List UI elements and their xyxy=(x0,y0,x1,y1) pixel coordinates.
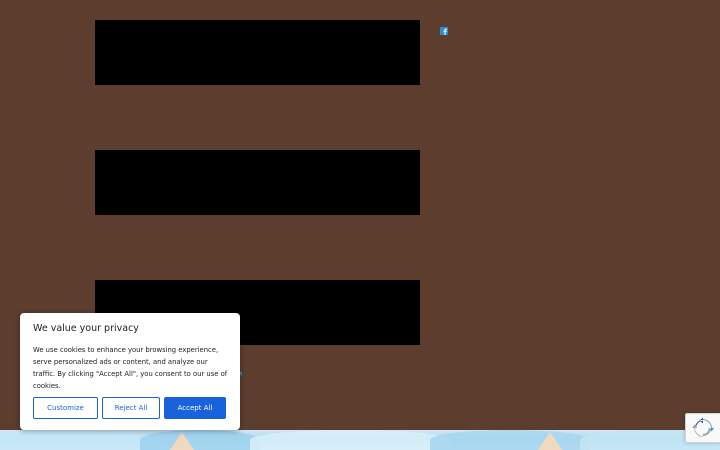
cookie-banner-title: We value your privacy xyxy=(33,323,139,334)
footer-banner-image xyxy=(0,430,720,450)
facebook-icon[interactable] xyxy=(440,20,448,35)
cookie-consent-banner: We value your privacy We use cookies to … xyxy=(20,313,240,430)
recaptcha-badge[interactable] xyxy=(685,413,720,443)
cookie-banner-description: We use cookies to enhance your browsing … xyxy=(33,346,228,390)
cookie-button-group: Customize Reject All Accept All xyxy=(33,397,226,419)
reject-all-button[interactable]: Reject All xyxy=(102,397,160,419)
recaptcha-icon xyxy=(692,417,714,437)
video-embed[interactable] xyxy=(95,20,420,85)
customize-button[interactable]: Customize xyxy=(33,397,98,419)
video-embed[interactable] xyxy=(95,150,420,215)
accept-all-button[interactable]: Accept All xyxy=(164,397,226,419)
